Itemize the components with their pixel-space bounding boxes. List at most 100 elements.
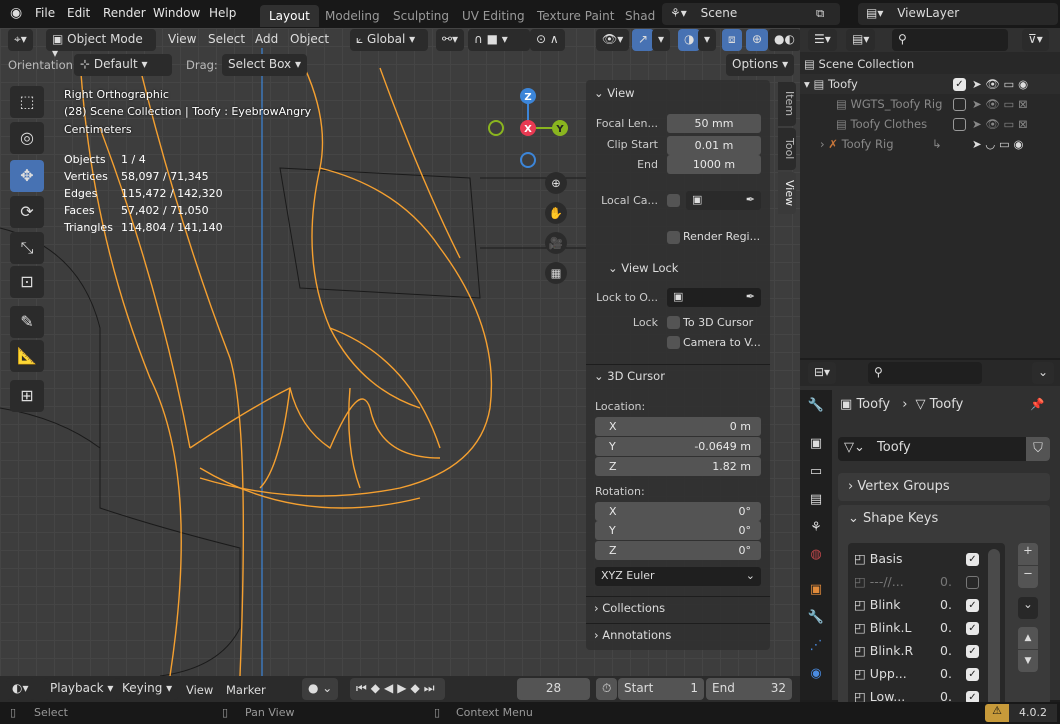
add-cube-tool[interactable]: ⊞ — [10, 380, 44, 412]
pin-icon[interactable]: 📌 — [1030, 397, 1044, 411]
overlays-dropdown[interactable]: ▾ — [698, 29, 717, 51]
remove-shape-key-button[interactable]: − — [1018, 566, 1038, 588]
menu-select[interactable]: Select — [208, 32, 245, 46]
preview-range-icon[interactable]: ⏱ — [596, 678, 618, 700]
playback-menu[interactable]: Playback ▾ — [44, 678, 120, 700]
transform-tool[interactable]: ⊡ — [10, 266, 44, 298]
outliner-search-input[interactable]: ⚲ — [892, 29, 1008, 51]
navigation-gizmo[interactable]: Z Y X — [485, 84, 575, 174]
properties-editor-type[interactable]: ⊟▾ — [808, 362, 837, 384]
scene-selector[interactable]: ⚘▾ Scene — [662, 3, 840, 25]
cursor-z-field[interactable]: Z 1.82 m — [595, 457, 761, 476]
shape-key-mute-checkbox[interactable]: ✓ — [966, 553, 979, 566]
warning-icon[interactable]: ⚠ — [985, 704, 1009, 722]
annotate-tool[interactable]: ✎ — [10, 306, 44, 338]
end-frame-field[interactable]: End 32 — [706, 678, 792, 700]
modifier-tab-icon[interactable]: 🔧 — [806, 608, 826, 628]
shape-key-value[interactable]: 0. — [940, 620, 952, 635]
visibility-icons[interactable]: ➤ 👁 ▭ ◉ — [972, 74, 1028, 94]
mesh-data-selector[interactable]: ▽⌄ Toofy ⛉ — [838, 437, 1050, 461]
camera-view-icon[interactable]: 🎥 — [545, 232, 567, 254]
3d-cursor-header[interactable]: ⌄ 3D Cursor — [594, 369, 665, 383]
menu-edit[interactable]: Edit — [67, 6, 90, 20]
local-camera-checkbox[interactable] — [667, 194, 680, 207]
shape-key-value[interactable]: 0. — [940, 597, 952, 612]
focal-length-field[interactable]: 50 mm — [667, 114, 761, 133]
current-frame-field[interactable]: 28 — [517, 678, 590, 700]
menu-window[interactable]: Window — [153, 6, 200, 20]
view-panel-header[interactable]: ⌄ View — [594, 86, 635, 100]
shape-key-mute-checkbox[interactable]: ✓ — [966, 645, 979, 658]
shape-key-item[interactable]: ◰ Blink.L 0. ✓ — [854, 620, 984, 640]
visibility-icons[interactable]: ➤ ◡ ▭ ◉ — [972, 134, 1024, 154]
zoom-icon[interactable]: ⊕ — [545, 172, 567, 194]
outliner-scene-collection[interactable]: ▤ Scene Collection — [800, 54, 1060, 74]
clip-start-field[interactable]: 0.01 m — [667, 136, 761, 155]
sidebar-tab-tool[interactable]: Tool — [778, 128, 796, 170]
tab-shading[interactable]: Shad — [616, 5, 658, 27]
lock-3d-cursor-checkbox[interactable] — [667, 316, 680, 329]
properties-options[interactable]: ⌄ — [1032, 362, 1055, 384]
particles-tab-icon[interactable]: ⋰ — [806, 636, 826, 656]
tab-sculpting[interactable]: Sculpting — [384, 5, 458, 27]
menu-view[interactable]: View — [168, 32, 196, 46]
rotation-y-field[interactable]: Y 0° — [595, 521, 761, 540]
rotate-tool[interactable]: ⟳ — [10, 196, 44, 228]
blender-logo-icon[interactable]: ◉ — [10, 5, 22, 21]
shape-key-mute-checkbox[interactable]: ✓ — [966, 668, 979, 681]
keying-menu[interactable]: Keying ▾ — [116, 678, 179, 700]
outliner-item[interactable]: ▾ ▤ Toofy ✓ ➤ 👁 ▭ ◉ — [800, 74, 1060, 94]
auto-keying-toggle[interactable]: ● ⌄ — [302, 678, 339, 700]
rotation-mode-dropdown[interactable]: XYZ Euler ⌄ — [595, 567, 761, 586]
shape-key-mute-checkbox[interactable]: ✓ — [966, 599, 979, 612]
snap-button[interactable]: ∩ ■ ▾ — [468, 29, 530, 51]
editor-type-button[interactable]: ⌖▾ — [8, 29, 33, 51]
view-lock-header[interactable]: ⌄ View Lock — [608, 261, 678, 275]
render-region-checkbox[interactable] — [667, 231, 680, 244]
annotations-header[interactable]: › Annotations — [594, 628, 671, 642]
view-layer-selector[interactable]: ▤▾ ViewLayer — [858, 3, 1058, 25]
outliner-display-mode[interactable]: ☰▾ — [808, 29, 837, 51]
exclude-checkbox[interactable]: ✓ — [953, 78, 966, 91]
pivot-point-button[interactable]: ⚯▾ — [436, 29, 465, 51]
render-tab-icon[interactable]: ▣ — [806, 434, 826, 454]
shape-key-item[interactable]: ◰ Blink.R 0. ✓ — [854, 643, 984, 663]
physics-tab-icon[interactable]: ◉ — [806, 664, 826, 684]
proportional-edit-button[interactable]: ⊙ ∧ — [530, 29, 565, 51]
xray-toggle[interactable]: ⧈ — [722, 29, 742, 51]
shape-key-mute-checkbox[interactable]: ✓ — [966, 622, 979, 635]
local-camera-field[interactable]: ▣ ✒ — [686, 191, 761, 210]
list-scrollbar[interactable] — [988, 549, 1000, 709]
output-tab-icon[interactable]: ▭ — [806, 462, 826, 482]
menu-object[interactable]: Object — [290, 32, 329, 46]
eyedropper-icon[interactable]: ✒ — [746, 290, 755, 303]
outliner-filter-layer[interactable]: ▤▾ — [846, 29, 876, 51]
cursor-x-field[interactable]: X 0 m — [595, 417, 761, 436]
outliner-item[interactable]: ▤ Toofy Clothes ➤ 👁 ▭ ⊠ — [800, 114, 1060, 134]
camera-to-view-checkbox[interactable] — [667, 336, 680, 349]
vertex-groups-panel[interactable]: › Vertex Groups — [838, 473, 1050, 501]
fake-user-shield-icon[interactable]: ⛉ — [1026, 437, 1050, 461]
rotation-z-field[interactable]: Z 0° — [595, 541, 761, 560]
eyedropper-icon[interactable]: ✒ — [746, 193, 755, 206]
shape-keys-header[interactable]: ⌄ Shape Keys — [848, 511, 938, 526]
tab-modeling[interactable]: Modeling — [316, 5, 389, 27]
clip-end-field[interactable]: 1000 m — [667, 155, 761, 174]
shading-wireframe[interactable]: ⊕ — [746, 29, 769, 51]
cursor-y-field[interactable]: Y -0.0649 m — [595, 437, 761, 456]
tab-texture-paint[interactable]: Texture Paint — [528, 5, 623, 27]
sidebar-tab-item[interactable]: Item — [778, 82, 796, 126]
menu-add[interactable]: Add — [255, 32, 278, 46]
lock-to-object-field[interactable]: ▣ ✒ — [667, 288, 761, 307]
gizmo-toggle[interactable]: ↗ — [632, 29, 655, 51]
move-tool[interactable]: ✥ — [10, 160, 44, 192]
visibility-button[interactable]: 👁▾ — [596, 29, 630, 51]
rotation-x-field[interactable]: X 0° — [595, 502, 761, 521]
collections-header[interactable]: › Collections — [594, 601, 665, 615]
shape-key-specials-button[interactable]: ⌄ — [1018, 597, 1038, 619]
shape-key-item[interactable]: ◰ Basis ✓ — [854, 551, 984, 571]
shape-key-value[interactable]: 0. — [940, 643, 952, 658]
move-down-button[interactable]: ▼ — [1018, 650, 1038, 672]
timeline-view-menu[interactable]: View — [186, 683, 213, 697]
new-scene-icon[interactable]: ⧉ — [816, 6, 824, 21]
